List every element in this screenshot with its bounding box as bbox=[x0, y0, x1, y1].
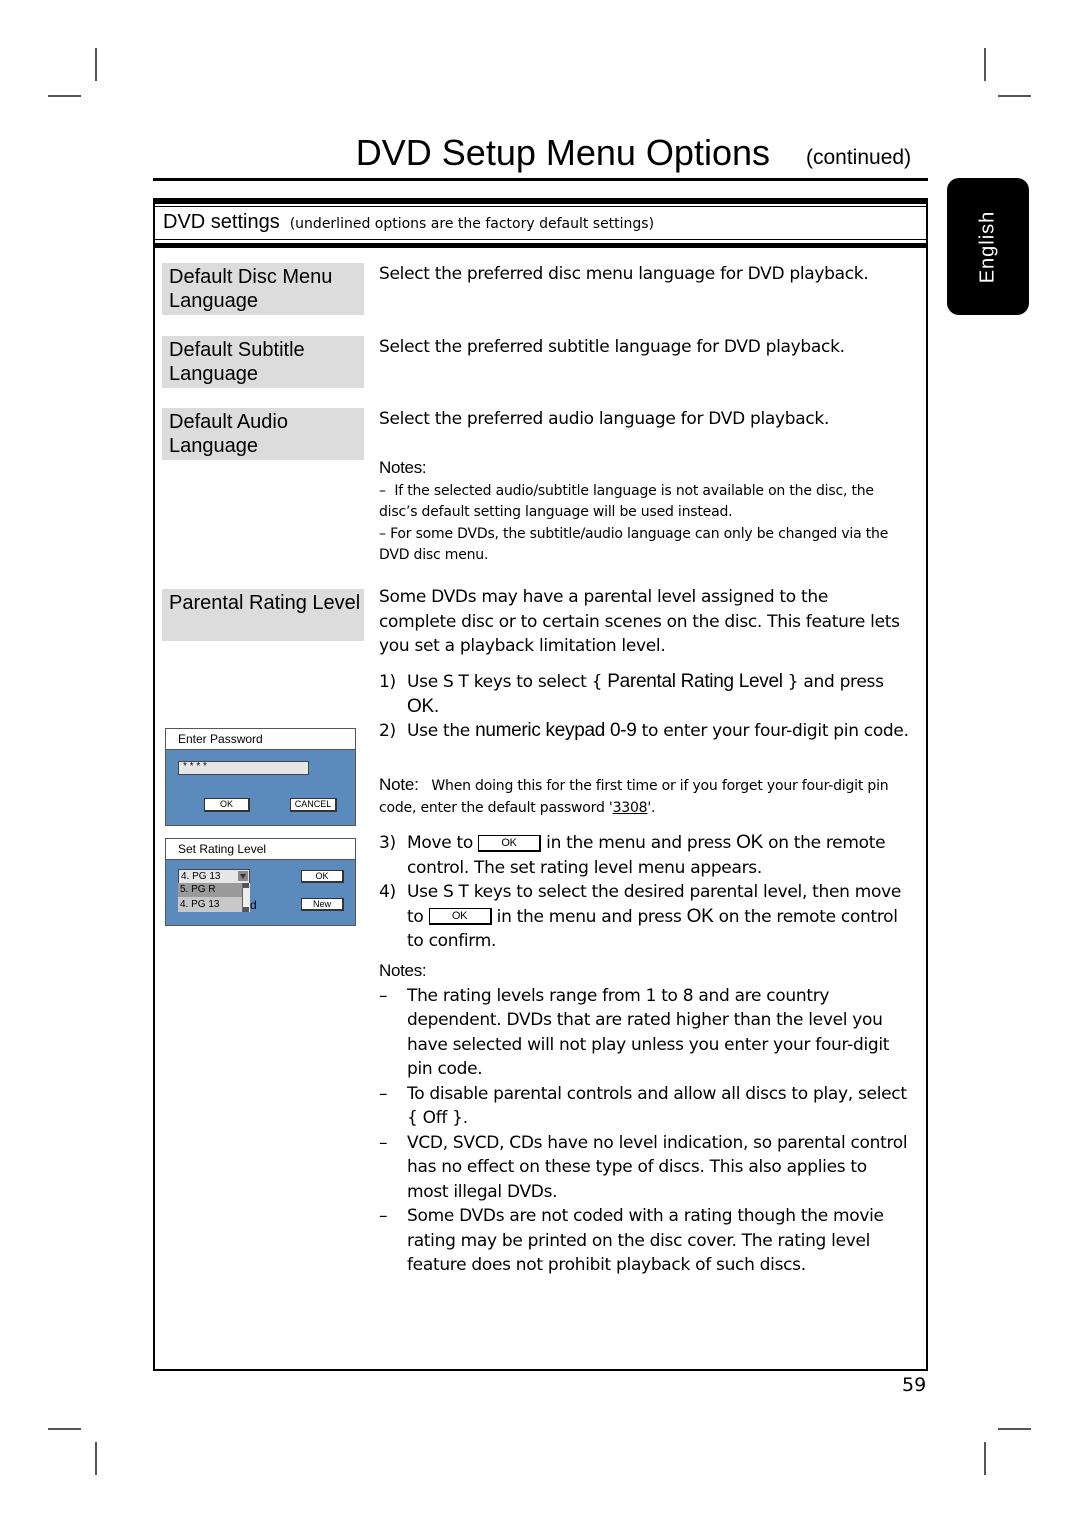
option-label-subtitle-language: Default Subtitle Language bbox=[162, 336, 364, 388]
parental-notes: Notes: – The rating levels range from 1 t… bbox=[379, 959, 909, 1278]
default-password: 3308 bbox=[612, 799, 648, 816]
crop-mark bbox=[95, 1442, 97, 1475]
rating-select[interactable]: 4. PG 13 bbox=[178, 869, 250, 884]
crop-mark bbox=[48, 95, 81, 97]
scroll-up-icon[interactable] bbox=[243, 883, 249, 888]
option-desc-disc-menu-language: Select the preferred disc menu language … bbox=[379, 264, 869, 284]
note-item: – To disable parental controls and allow … bbox=[379, 1083, 907, 1129]
section-header-rule bbox=[153, 243, 928, 248]
crop-mark bbox=[998, 1428, 1031, 1430]
key-name: numeric keypad 0-9 bbox=[475, 720, 637, 741]
rating-option[interactable]: 4. PG 13 bbox=[178, 897, 242, 912]
new-button[interactable]: New bbox=[301, 898, 344, 911]
ok-button-illustration: OK bbox=[428, 908, 492, 925]
note-item: – The rating levels range from 1 to 8 and… bbox=[379, 985, 890, 1080]
note-item: – VCD, SVCD, CDs have no level indication… bbox=[379, 1132, 908, 1202]
section-subtitle: (underlined options are the factory defa… bbox=[289, 216, 655, 232]
step-item: 4) Use S T keys to select the desired par… bbox=[379, 882, 902, 951]
option-desc-subtitle-language: Select the preferred subtitle language f… bbox=[379, 337, 845, 357]
option-desc-audio-language: Select the preferred audio language for … bbox=[379, 409, 830, 429]
language-notes: Notes: – If the selected audio/subtitle … bbox=[379, 456, 904, 567]
parental-steps-3-4: 3) Move to OK in the menu and press OK on… bbox=[379, 831, 909, 954]
notes-heading: Notes: bbox=[379, 961, 427, 980]
password-note: Note: When doing this for the first time… bbox=[379, 775, 889, 816]
chevron-down-icon[interactable] bbox=[238, 871, 248, 881]
crop-mark bbox=[984, 48, 986, 81]
title-divider bbox=[153, 178, 928, 181]
stray-text: d bbox=[250, 898, 257, 912]
rating-select-value: 4. PG 13 bbox=[181, 871, 221, 882]
section-header: DVD settings (underlined options are the … bbox=[163, 211, 654, 234]
page-title: DVD Setup Menu Options bbox=[355, 132, 770, 173]
language-tab-label: English bbox=[976, 210, 999, 283]
notes-heading: Notes: bbox=[379, 458, 427, 477]
option-label-audio-language: Default Audio Language bbox=[162, 408, 364, 460]
option-label-parental-rating: Parental Rating Level bbox=[162, 589, 364, 641]
password-input[interactable]: * * * * bbox=[178, 761, 309, 775]
section-header-rule bbox=[153, 198, 928, 204]
section-header-rule bbox=[153, 206, 928, 207]
password-dialog-title: Enter Password bbox=[166, 729, 355, 750]
option-label-disc-menu-language: Default Disc Menu Language bbox=[162, 263, 364, 315]
language-tab: English bbox=[947, 178, 1029, 315]
page-title-continued: (continued) bbox=[806, 146, 912, 169]
ok-button[interactable]: OK bbox=[204, 798, 250, 812]
rating-dialog-title: Set Rating Level bbox=[166, 839, 355, 860]
parental-steps-1-2: 1) Use S T keys to select { Parental Rati… bbox=[379, 670, 909, 744]
rating-option[interactable]: 5. PG R bbox=[178, 883, 242, 897]
step-item: 3) Move to OK in the menu and press OK on… bbox=[379, 832, 886, 878]
step-item: 2) Use the numeric keypad 0-9 to enter yo… bbox=[379, 720, 909, 741]
cancel-button[interactable]: CANCEL bbox=[290, 798, 337, 812]
section-title: DVD settings bbox=[163, 211, 280, 233]
crop-mark bbox=[998, 95, 1031, 97]
note-item: – For some DVDs, the subtitle/audio lang… bbox=[379, 525, 889, 564]
page-number: 59 bbox=[902, 1374, 927, 1396]
password-dialog: Enter Password * * * * OK CANCEL bbox=[165, 728, 356, 826]
option-name: Parental Rating Level bbox=[607, 671, 783, 692]
rating-dialog: Set Rating Level 4. PG 13 5. PG R 4. PG … bbox=[165, 838, 356, 926]
ok-button[interactable]: OK bbox=[301, 870, 344, 883]
scroll-down-icon[interactable] bbox=[243, 907, 249, 912]
parental-intro: Some DVDs may have a parental level assi… bbox=[379, 587, 900, 656]
step-item: 1) Use S T keys to select { Parental Rati… bbox=[379, 671, 884, 717]
crop-mark bbox=[48, 1428, 81, 1430]
note-item: – Some DVDs are not coded with a rating t… bbox=[379, 1206, 884, 1275]
ok-button-illustration: OK bbox=[478, 834, 542, 852]
dropdown-scrollbar[interactable] bbox=[242, 883, 250, 912]
section-header-rule bbox=[153, 239, 928, 240]
note-item: – If the selected audio/subtitle languag… bbox=[379, 482, 874, 521]
crop-mark bbox=[984, 1442, 986, 1475]
crop-mark bbox=[95, 48, 97, 81]
